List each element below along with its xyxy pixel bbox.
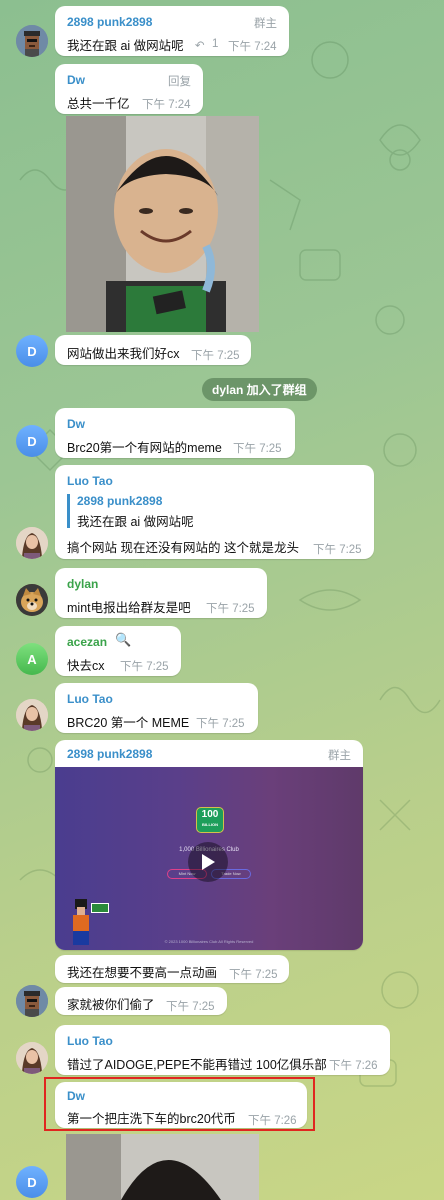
quoted-sender: 2898 punk2898 — [77, 494, 163, 508]
message-bubble[interactable]: Luo Tao 2898 punk2898 我还在跟 ai 做网站呢 搞个网站 … — [55, 465, 374, 559]
message-bubble[interactable]: Dw 回复 总共一千亿 下午 7:24 — [55, 64, 203, 114]
woman-photo-icon — [16, 1042, 48, 1074]
message-text: 错过了AIDOGE,PEPE不能再错过 100亿俱乐部 — [67, 1058, 327, 1072]
message-time: 下午 7:25 — [166, 1001, 215, 1013]
play-icon — [202, 854, 215, 870]
pixel-punk-icon — [16, 25, 48, 57]
message-text: 总共一千亿 — [67, 97, 130, 111]
message-bubble[interactable]: dylan mint电报出给群友是吧 下午 7:25 — [55, 568, 267, 618]
message-time: 下午 7:25 — [313, 544, 362, 556]
message-text: 网站做出来我们好cx — [67, 347, 180, 361]
message-bubble[interactable]: Luo Tao 错过了AIDOGE,PEPE不能再错过 100亿俱乐部 下午 7… — [55, 1025, 390, 1075]
message-time: 下午 7:25 — [229, 969, 278, 981]
club-logo-badge: 100 BILLION — [196, 807, 224, 833]
admin-badge: 群主 — [328, 750, 351, 762]
avatar-luotao[interactable] — [16, 527, 48, 559]
message-time: 下午 7:24 — [228, 41, 277, 53]
reply-label: 回复 — [168, 76, 191, 88]
message-time: 下午 7:25 — [196, 718, 245, 730]
admin-badge: 群主 — [254, 18, 277, 30]
message-text: 我还在想要不要高一点动画 — [67, 966, 218, 980]
magnifier-emoji-icon: 🔍 — [115, 632, 132, 647]
video-footer-text: © 2023 1000 Billionaires Club All Rights… — [164, 939, 254, 944]
avatar-dylan[interactable] — [16, 584, 48, 616]
message-time: 下午 7:25 — [120, 661, 169, 673]
reply-count[interactable]: 1 — [212, 38, 218, 50]
avatar-punk2898[interactable] — [16, 985, 48, 1017]
woman-photo-icon — [16, 699, 48, 731]
message-bubble[interactable]: 2898 punk2898 群主 我还在跟 ai 做网站呢 ↶ 1 下午 7:2… — [55, 6, 289, 56]
avatar-dw[interactable]: D — [16, 335, 48, 367]
avatar-punk2898[interactable] — [16, 25, 48, 57]
sender-name[interactable]: 2898 punk2898 — [67, 15, 152, 29]
sender-name[interactable]: dylan — [67, 577, 98, 591]
photo-image — [66, 116, 259, 332]
avatar-luotao[interactable] — [16, 699, 48, 731]
sender-name[interactable]: 2898 punk2898 — [67, 747, 152, 761]
message-bubble[interactable]: acezan 🔍 快去cx 下午 7:25 — [55, 626, 181, 676]
service-message: dylan 加入了群组 — [202, 378, 317, 401]
photo-boy-preview[interactable] — [66, 1134, 259, 1200]
message-text: 我还在跟 ai 做网站呢 — [67, 39, 184, 53]
play-button[interactable] — [188, 842, 228, 882]
message-bubble[interactable]: 我还在想要不要高一点动画 下午 7:25 — [55, 955, 289, 983]
sender-name[interactable]: acezan — [67, 635, 107, 649]
avatar-luotao[interactable] — [16, 1042, 48, 1074]
woman-photo-icon — [16, 527, 48, 559]
message-text: 搞个网站 现在还没有网站的 这个就是龙头 — [67, 541, 299, 555]
sender-name[interactable]: Dw — [67, 417, 85, 431]
photo-boy-smiling[interactable] — [66, 116, 259, 332]
message-time: 下午 7:25 — [233, 443, 282, 455]
message-bubble[interactable]: Dw Brc20第一个有网站的meme 下午 7:25 — [55, 408, 295, 458]
doge-icon — [16, 584, 48, 616]
message-time: 下午 7:25 — [191, 350, 240, 362]
photo-image — [66, 1134, 259, 1200]
message-bubble[interactable]: 家就被你们偷了 下午 7:25 — [55, 987, 227, 1015]
sender-name[interactable]: Dw — [67, 73, 85, 87]
message-time: 下午 7:25 — [206, 603, 255, 615]
avatar-dw[interactable]: D — [16, 425, 48, 457]
highlight-box — [44, 1077, 315, 1131]
quoted-reply[interactable]: 2898 punk2898 我还在跟 ai 做网站呢 — [67, 494, 277, 529]
sender-name[interactable]: Luo Tao — [67, 474, 113, 488]
avatar-dw[interactable]: D — [16, 1166, 48, 1198]
sender-name[interactable]: Luo Tao — [67, 1034, 113, 1048]
message-text: Brc20第一个有网站的meme — [67, 441, 222, 455]
quoted-text: 我还在跟 ai 做网站呢 — [77, 515, 194, 529]
reply-icon[interactable]: ↶ — [195, 38, 205, 52]
message-text: 快去cx — [67, 659, 105, 673]
message-bubble[interactable]: 网站做出来我们好cx 下午 7:25 — [55, 335, 251, 365]
message-time: 下午 7:26 — [329, 1060, 378, 1072]
sender-name[interactable]: Luo Tao — [67, 692, 113, 706]
message-text: BRC20 第一个 MEME — [67, 716, 190, 730]
video-message-bubble[interactable]: 2898 punk2898 群主 100 BILLION 1,000 Billio… — [55, 740, 363, 950]
video-preview[interactable]: 100 BILLION 1,000 Billionaires Club Mint … — [55, 767, 363, 950]
message-text: 家就被你们偷了 — [67, 998, 155, 1012]
pixel-punk-icon — [16, 985, 48, 1017]
message-bubble[interactable]: Luo Tao BRC20 第一个 MEME 下午 7:25 — [55, 683, 258, 733]
avatar-acezan[interactable]: A — [16, 643, 48, 675]
message-time: 下午 7:24 — [142, 99, 191, 111]
message-text: mint电报出给群友是吧 — [67, 601, 191, 615]
